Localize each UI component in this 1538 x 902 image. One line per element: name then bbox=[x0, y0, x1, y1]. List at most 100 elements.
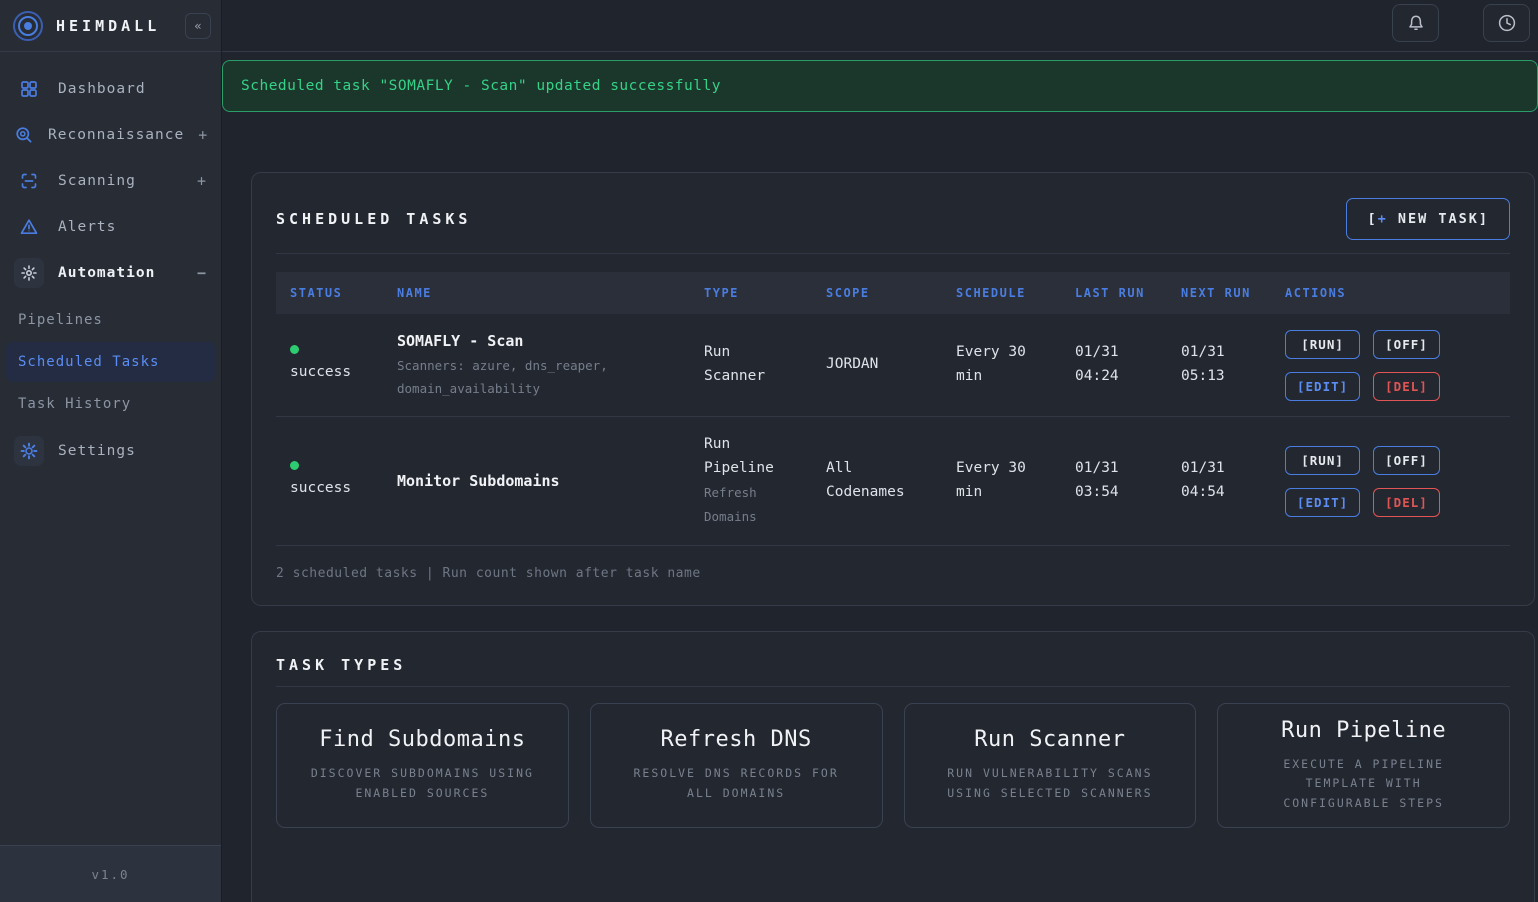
bell-icon bbox=[1405, 12, 1427, 34]
name-cell: Monitor Subdomains bbox=[397, 470, 704, 493]
task-type-subtitle: Refresh Domains bbox=[704, 481, 786, 529]
column-header-schedule: SCHEDULE bbox=[956, 286, 1075, 300]
scanning-icon bbox=[14, 166, 44, 196]
card-title: Refresh DNS bbox=[661, 727, 812, 752]
panel-divider bbox=[276, 686, 1510, 687]
sidebar-subitem-task-history[interactable]: Task History bbox=[6, 384, 215, 424]
reconnaissance-icon bbox=[14, 120, 34, 150]
task-type-cards: Find Subdomains DISCOVER SUBDOMAINS USIN… bbox=[276, 703, 1510, 828]
next-run-cell: 01/31 04:54 bbox=[1181, 457, 1243, 505]
sidebar-subitem-label: Pipelines bbox=[18, 312, 103, 328]
scope-cell: JORDAN bbox=[826, 353, 921, 377]
sidebar-item-automation[interactable]: Automation − bbox=[0, 250, 221, 296]
sidebar-footer: v1.0 bbox=[0, 845, 221, 902]
card-description: RUN VULNERABILITY SCANS USING SELECTED S… bbox=[936, 764, 1163, 803]
run-button[interactable]: [RUN] bbox=[1285, 330, 1360, 359]
sidebar-collapse-button[interactable]: « bbox=[185, 13, 211, 39]
sidebar-header: HEIMDALL « bbox=[0, 0, 221, 52]
status-label: success bbox=[290, 477, 351, 501]
scheduled-tasks-table: STATUS NAME TYPE SCOPE SCHEDULE LAST RUN… bbox=[276, 272, 1510, 546]
column-header-type: TYPE bbox=[704, 286, 826, 300]
column-header-next-run: NEXT RUN bbox=[1181, 286, 1285, 300]
success-banner: Scheduled task "SOMAFLY - Scan" updated … bbox=[222, 60, 1538, 112]
table-header-row: STATUS NAME TYPE SCOPE SCHEDULE LAST RUN… bbox=[276, 272, 1510, 314]
content: SCHEDULED TASKS [+ NEW TASK] STATUS NAME… bbox=[222, 112, 1538, 902]
sidebar-item-label: Automation bbox=[58, 265, 155, 281]
notifications-button[interactable] bbox=[1392, 4, 1439, 42]
clock-icon bbox=[1496, 12, 1518, 34]
expander-glyph: − bbox=[197, 264, 207, 282]
sidebar-subitem-pipelines[interactable]: Pipelines bbox=[6, 300, 215, 340]
sidebar-item-label: Dashboard bbox=[58, 81, 146, 97]
task-types-panel: TASK TYPES Find Subdomains DISCOVER SUBD… bbox=[251, 631, 1535, 902]
card-title: Run Scanner bbox=[974, 727, 1125, 752]
sidebar-item-dashboard[interactable]: Dashboard bbox=[0, 66, 221, 112]
sidebar-item-label: Reconnaissance bbox=[48, 127, 184, 143]
card-description: EXECUTE A PIPELINE TEMPLATE WITH CONFIGU… bbox=[1250, 755, 1477, 814]
automation-subnav: Pipelines Scheduled Tasks Task History bbox=[0, 296, 221, 428]
schedule-cell: Every 30 min bbox=[956, 457, 1048, 505]
alerts-icon bbox=[14, 212, 44, 242]
table-row: success SOMAFLY - Scan Scanners: azure, … bbox=[276, 314, 1510, 417]
card-description: RESOLVE DNS RECORDS FOR ALL DOMAINS bbox=[623, 764, 850, 803]
card-title: Find Subdomains bbox=[319, 727, 525, 752]
column-header-name: NAME bbox=[397, 286, 704, 300]
task-name-subtitle: Scanners: azure, dns_reaper, domain_avai… bbox=[397, 355, 647, 400]
off-button[interactable]: [OFF] bbox=[1373, 330, 1440, 359]
sidebar-item-reconnaissance[interactable]: Reconnaissance + bbox=[0, 112, 221, 158]
expander-glyph: + bbox=[197, 172, 207, 190]
new-task-label: NEW TASK] bbox=[1388, 211, 1489, 227]
actions-cell: [RUN] [OFF] [EDIT] [DEL] bbox=[1285, 446, 1510, 517]
status-cell: success bbox=[290, 461, 397, 501]
new-task-button[interactable]: [+ NEW TASK] bbox=[1346, 198, 1510, 240]
delete-button[interactable]: [DEL] bbox=[1373, 372, 1440, 401]
app-logo-icon bbox=[10, 8, 46, 44]
table-row: success Monitor Subdomains Run Pipeline … bbox=[276, 417, 1510, 546]
expander-glyph: + bbox=[198, 126, 208, 144]
type-cell: Run Scanner bbox=[704, 341, 786, 389]
sidebar-item-alerts[interactable]: Alerts bbox=[0, 204, 221, 250]
task-type-card-run-pipeline[interactable]: Run Pipeline EXECUTE A PIPELINE TEMPLATE… bbox=[1217, 703, 1510, 828]
column-header-last-run: LAST RUN bbox=[1075, 286, 1181, 300]
app-version: v1.0 bbox=[91, 867, 129, 882]
main-area: Scheduled task "SOMAFLY - Scan" updated … bbox=[222, 0, 1538, 902]
column-header-status: STATUS bbox=[290, 286, 397, 300]
history-button[interactable] bbox=[1483, 4, 1530, 42]
sidebar-subitem-label: Scheduled Tasks bbox=[18, 354, 159, 370]
sidebar-item-settings[interactable]: Settings bbox=[0, 428, 221, 474]
run-button[interactable]: [RUN] bbox=[1285, 446, 1360, 475]
last-run-cell: 01/31 03:54 bbox=[1075, 457, 1137, 505]
delete-button[interactable]: [DEL] bbox=[1373, 488, 1440, 517]
success-banner-message: Scheduled task "SOMAFLY - Scan" updated … bbox=[241, 78, 721, 94]
topbar bbox=[222, 0, 1538, 52]
status-dot bbox=[290, 461, 299, 470]
sidebar-nav: Dashboard Reconnaissance + bbox=[0, 52, 221, 845]
task-type: Run Scanner bbox=[704, 341, 786, 389]
actions-cell: [RUN] [OFF] [EDIT] [DEL] bbox=[1285, 330, 1510, 401]
column-header-actions: ACTIONS bbox=[1285, 286, 1510, 300]
sidebar-subitem-label: Task History bbox=[18, 396, 131, 412]
panel-divider bbox=[276, 253, 1510, 254]
off-button[interactable]: [OFF] bbox=[1373, 446, 1440, 475]
edit-button[interactable]: [EDIT] bbox=[1285, 372, 1360, 401]
next-run-cell: 01/31 05:13 bbox=[1181, 341, 1243, 389]
app-title: HEIMDALL bbox=[56, 17, 175, 35]
task-name: SOMAFLY - Scan bbox=[397, 330, 704, 353]
settings-gear-icon bbox=[14, 436, 44, 466]
task-type-card-find-subdomains[interactable]: Find Subdomains DISCOVER SUBDOMAINS USIN… bbox=[276, 703, 569, 828]
table-footer-note: 2 scheduled tasks | Run count shown afte… bbox=[276, 546, 1510, 581]
sidebar-item-label: Scanning bbox=[58, 173, 136, 189]
task-type-card-refresh-dns[interactable]: Refresh DNS RESOLVE DNS RECORDS FOR ALL … bbox=[590, 703, 883, 828]
sidebar-item-label: Settings bbox=[58, 443, 136, 459]
card-description: DISCOVER SUBDOMAINS USING ENABLED SOURCE… bbox=[309, 764, 536, 803]
sidebar-subitem-scheduled-tasks[interactable]: Scheduled Tasks bbox=[6, 342, 215, 382]
status-dot bbox=[290, 345, 299, 354]
card-title: Run Pipeline bbox=[1281, 718, 1446, 743]
edit-button[interactable]: [EDIT] bbox=[1285, 488, 1360, 517]
column-header-scope: SCOPE bbox=[826, 286, 956, 300]
sidebar-item-scanning[interactable]: Scanning + bbox=[0, 158, 221, 204]
task-name: Monitor Subdomains bbox=[397, 470, 704, 493]
sidebar-item-label: Alerts bbox=[58, 219, 116, 235]
name-cell: SOMAFLY - Scan Scanners: azure, dns_reap… bbox=[397, 330, 704, 401]
task-type-card-run-scanner[interactable]: Run Scanner RUN VULNERABILITY SCANS USIN… bbox=[904, 703, 1197, 828]
